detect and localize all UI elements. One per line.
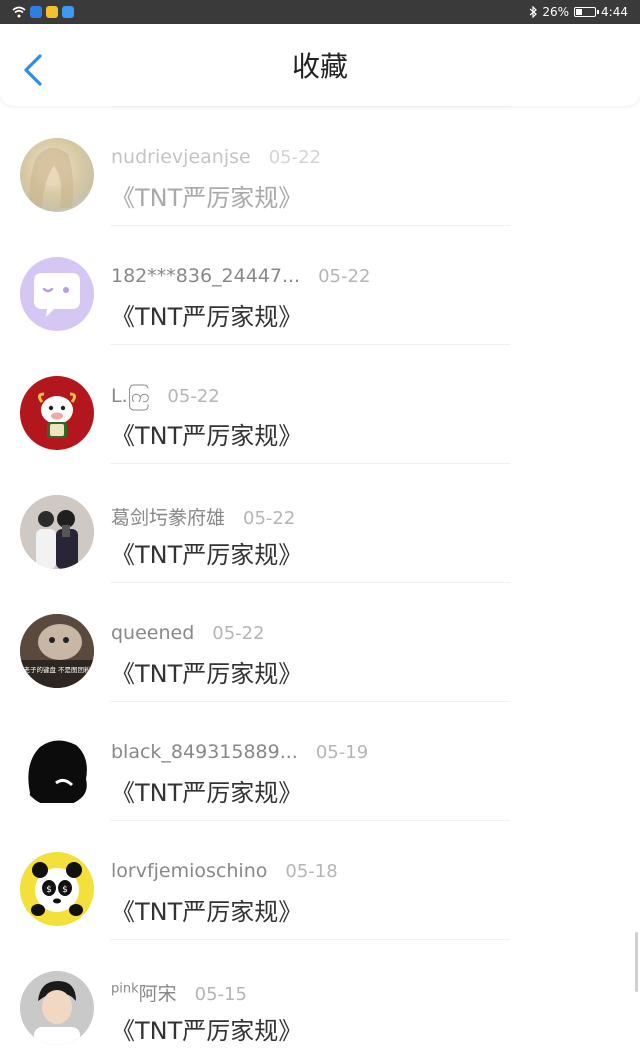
avatar[interactable] [20, 495, 94, 569]
date: 05-22 [318, 266, 371, 287]
name-row: lorvfjemioschino 05-18 [111, 860, 338, 882]
battery-icon [574, 7, 600, 17]
date: 05-22 [167, 386, 220, 407]
divider [110, 701, 510, 702]
date: 05-19 [315, 742, 369, 763]
avatar[interactable] [20, 971, 94, 1045]
list-item[interactable]: pink阿宋 05-15 《TNT严厉家规》 [0, 939, 640, 1058]
username[interactable]: L.ကြ [111, 384, 149, 412]
divider [110, 106, 510, 107]
list-item[interactable]: 182***836_24447... 05-22 《TNT严厉家规》 [0, 225, 640, 344]
list-item[interactable]: $ $ lorvfjemioschino 05-18 《TNT严厉家规》 [0, 820, 640, 939]
work-title[interactable]: 《TNT严厉家规》 [111, 892, 302, 927]
list-item[interactable]: 葛剑圬豢府雄 05-22 《TNT严厉家规》 [0, 463, 640, 582]
avatar[interactable] [20, 257, 94, 331]
page-title: 收藏 [291, 50, 348, 83]
name-row: 182***836_24447... 05-22 [111, 265, 370, 287]
date: 05-18 [285, 861, 338, 882]
username[interactable]: lorvfjemioschino [111, 860, 267, 882]
list-item[interactable]: nudrievjeanjse 05-22 《TNT严厉家规》 [0, 106, 640, 225]
username[interactable]: pink阿宋 [111, 979, 177, 1006]
list-item[interactable]: L.ကြ 05-22 《TNT严厉家规》 [0, 344, 640, 463]
list-item[interactable]: 老子的键盘 不是图团粉 queened 05-22 《TNT严厉家规》 [0, 582, 640, 701]
wifi-icon [12, 6, 26, 18]
scrollbar[interactable] [635, 932, 638, 992]
divider [110, 582, 510, 583]
divider [110, 820, 510, 821]
work-title[interactable]: 《TNT严厉家规》 [111, 654, 302, 689]
name-row: queened 05-22 [111, 622, 265, 644]
username[interactable]: black_849315889... [111, 741, 298, 763]
username-prefix: pink [111, 981, 139, 997]
date: 05-22 [268, 147, 322, 168]
app-notification-icon [46, 6, 58, 18]
chat-bubble-icon [34, 273, 80, 317]
divider [110, 344, 510, 345]
bluetooth-icon [529, 6, 538, 18]
header-bar: 收藏 [0, 24, 640, 106]
work-title[interactable]: 《TNT严厉家规》 [111, 416, 302, 451]
clock: 4:44 [601, 5, 628, 19]
name-row: nudrievjeanjse 05-22 [111, 146, 321, 168]
svg-text:$: $ [62, 885, 68, 895]
name-row: black_849315889... 05-19 [111, 741, 368, 763]
favorites-list: nudrievjeanjse 05-22 《TNT严厉家规》 182***836… [0, 106, 640, 1058]
username[interactable]: 葛剑圬豢府雄 [111, 503, 225, 530]
avatar[interactable]: $ $ [20, 852, 94, 926]
divider [110, 463, 510, 464]
avatar[interactable] [20, 733, 94, 807]
chevron-left-icon [24, 54, 42, 86]
name-row: 葛剑圬豢府雄 05-22 [111, 503, 295, 530]
name-row: L.ကြ 05-22 [111, 384, 220, 412]
app-notification-icon [30, 6, 42, 18]
work-title[interactable]: 《TNT严厉家规》 [111, 1011, 302, 1046]
work-title[interactable]: 《TNT严厉家规》 [111, 535, 302, 570]
status-left [12, 6, 74, 18]
date: 05-15 [194, 984, 247, 1005]
work-title[interactable]: 《TNT严厉家规》 [111, 178, 302, 213]
divider [110, 939, 510, 940]
cloud-icon [62, 6, 74, 18]
status-bar: 26% 4:44 [0, 0, 640, 24]
username[interactable]: nudrievjeanjse [111, 146, 251, 168]
battery-percent: 26% [542, 5, 570, 19]
username[interactable]: 182***836_24447... [111, 265, 300, 287]
status-right: 26% 4:44 [529, 5, 628, 19]
svg-text:$: $ [46, 885, 52, 895]
username-text: 阿宋 [138, 983, 177, 1005]
date: 05-22 [212, 623, 265, 644]
work-title[interactable]: 《TNT严厉家规》 [111, 773, 302, 808]
avatar[interactable]: 老子的键盘 不是图团粉 [20, 614, 94, 688]
avatar-caption: 老子的键盘 不是图团粉 [23, 665, 91, 674]
back-button[interactable] [18, 52, 50, 88]
divider [110, 225, 510, 226]
date: 05-22 [243, 508, 296, 529]
list-item[interactable]: black_849315889... 05-19 《TNT严厉家规》 [0, 701, 640, 820]
username[interactable]: queened [111, 622, 194, 644]
work-title[interactable]: 《TNT严厉家规》 [111, 297, 302, 332]
avatar[interactable] [20, 376, 94, 450]
name-row: pink阿宋 05-15 [111, 979, 247, 1006]
avatar[interactable] [20, 138, 94, 212]
